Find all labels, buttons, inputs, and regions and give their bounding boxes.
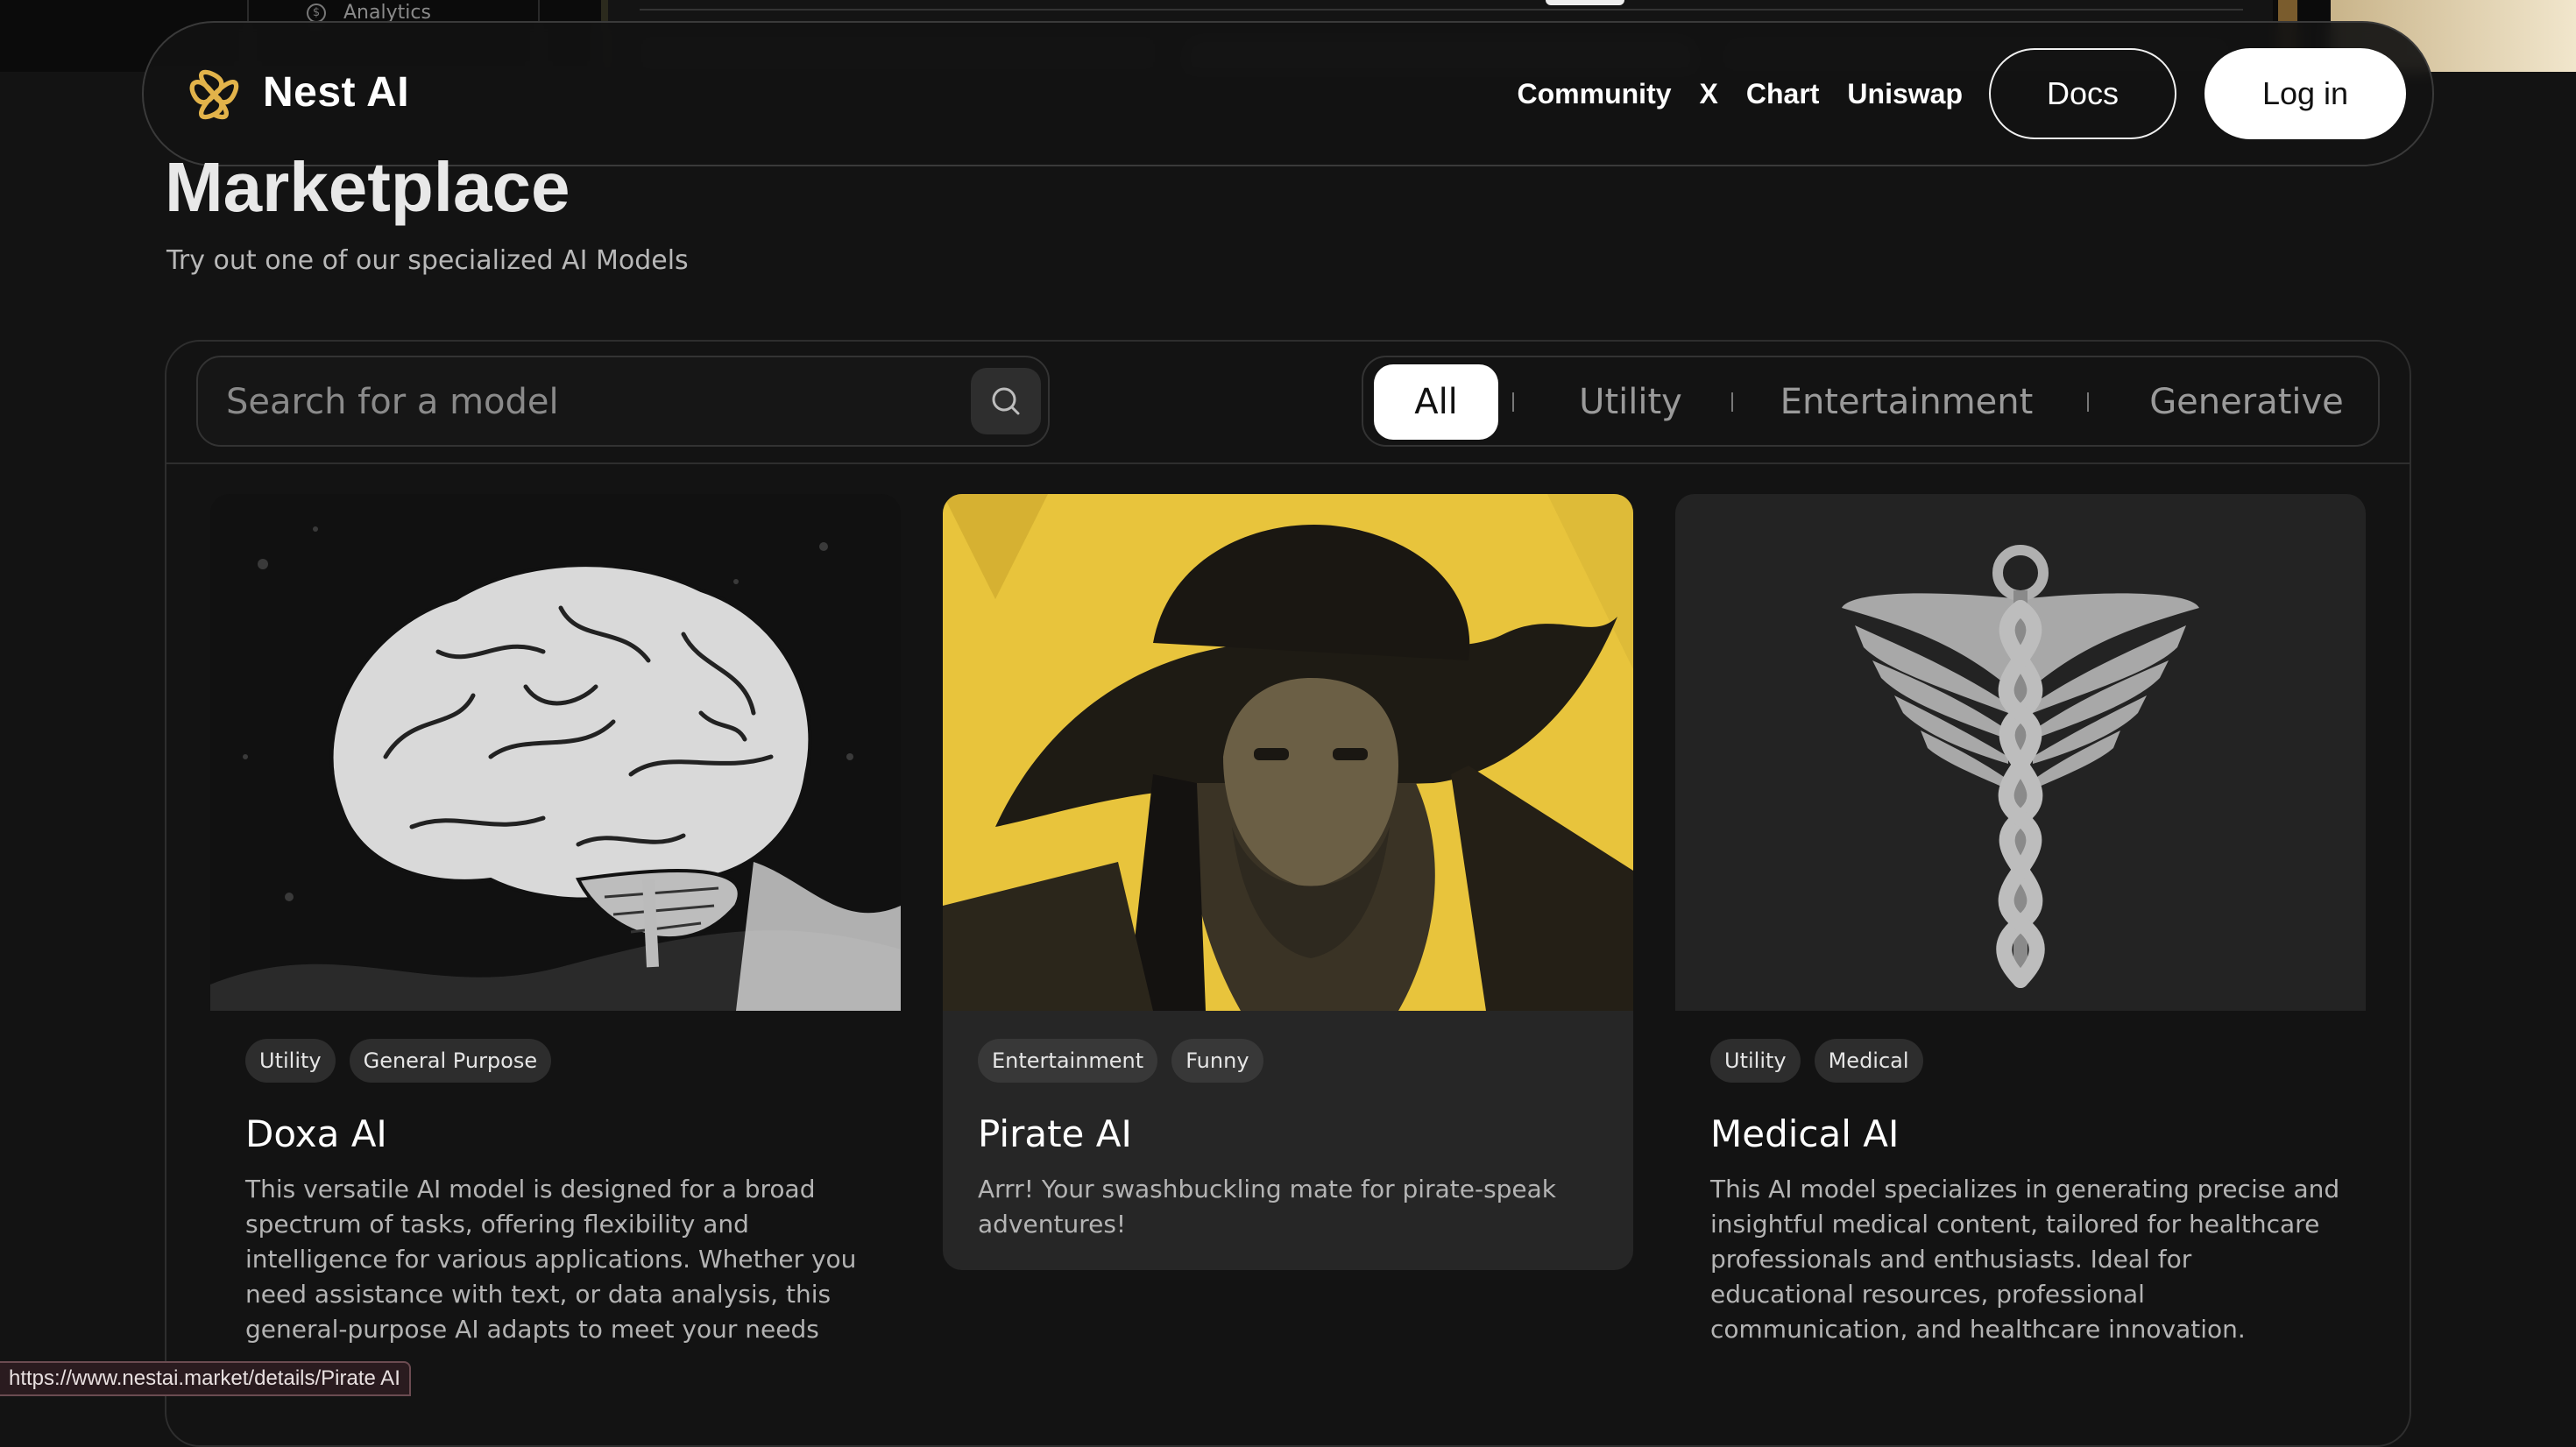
search-icon <box>992 387 1020 415</box>
card-description: This AI model specializes in generating … <box>1710 1175 2340 1344</box>
card-title: Pirate AI <box>978 1112 1132 1155</box>
tag-general-purpose: General Purpose <box>349 1039 552 1083</box>
tab-separator <box>1512 392 1514 412</box>
card-title: Medical AI <box>1710 1112 1900 1155</box>
panel-divider <box>166 462 2410 464</box>
caduceus-image <box>1675 494 2366 1011</box>
nav-link-x[interactable]: X <box>1700 78 1718 110</box>
card-description: This versatile AI model is designed for … <box>245 1175 857 1352</box>
nav-link-uniswap[interactable]: Uniswap <box>1847 78 1963 110</box>
docs-button[interactable]: Docs <box>1989 48 2176 139</box>
nest-logo-icon[interactable] <box>180 61 247 128</box>
nav-link-community[interactable]: Community <box>1518 78 1672 110</box>
model-card-pirate[interactable]: Entertainment Funny Pirate AI Arrr! Your… <box>943 494 1633 1270</box>
category-filter-tabs: All Utility Entertainment Generative <box>1362 356 2380 447</box>
tag-utility: Utility <box>1710 1039 1801 1083</box>
model-card-medical[interactable]: Utility Medical Medical AI This AI model… <box>1675 494 2366 1352</box>
tab-utility[interactable]: Utility <box>1547 364 1714 440</box>
nav-link-chart[interactable]: Chart <box>1746 78 1820 110</box>
tab-all[interactable]: All <box>1374 364 1498 440</box>
nav-links: Community X Chart Uniswap Docs Log in <box>1518 47 2406 140</box>
tag-entertainment: Entertainment <box>978 1039 1158 1083</box>
pirate-image <box>943 494 1633 1011</box>
search-box <box>196 356 1050 447</box>
background-tab <box>1546 0 1624 5</box>
tag-list: Utility Medical <box>1710 1039 1937 1083</box>
tag-list: Entertainment Funny <box>978 1039 1277 1083</box>
model-card-doxa[interactable]: Utility General Purpose Doxa AI This ver… <box>210 494 901 1352</box>
tag-utility: Utility <box>245 1039 336 1083</box>
top-navbar: Nest AI Community X Chart Uniswap Docs L… <box>142 21 2434 166</box>
tab-entertainment[interactable]: Entertainment <box>1766 364 2047 440</box>
login-button[interactable]: Log in <box>2204 48 2406 139</box>
tag-funny: Funny <box>1171 1039 1263 1083</box>
tab-generative[interactable]: Generative <box>2122 364 2371 440</box>
brain-image <box>210 494 901 1011</box>
search-button[interactable] <box>971 368 1041 434</box>
page-title: Marketplace <box>165 148 570 226</box>
card-title: Doxa AI <box>245 1112 387 1155</box>
dollar-icon: $ <box>307 4 326 23</box>
tag-medical: Medical <box>1814 1039 1923 1083</box>
card-description: Arrr! Your swashbuckling mate for pirate… <box>978 1175 1557 1239</box>
link-status-bar: https://www.nestai.market/details/Pirate… <box>0 1361 411 1396</box>
search-input[interactable] <box>224 377 946 427</box>
tag-list: Utility General Purpose <box>245 1039 565 1083</box>
page-subtitle: Try out one of our specialized AI Models <box>166 245 689 276</box>
tab-separator <box>2087 392 2089 412</box>
brand-name[interactable]: Nest AI <box>263 68 409 116</box>
background-bar <box>640 0 2243 11</box>
tab-separator <box>1731 392 1733 412</box>
